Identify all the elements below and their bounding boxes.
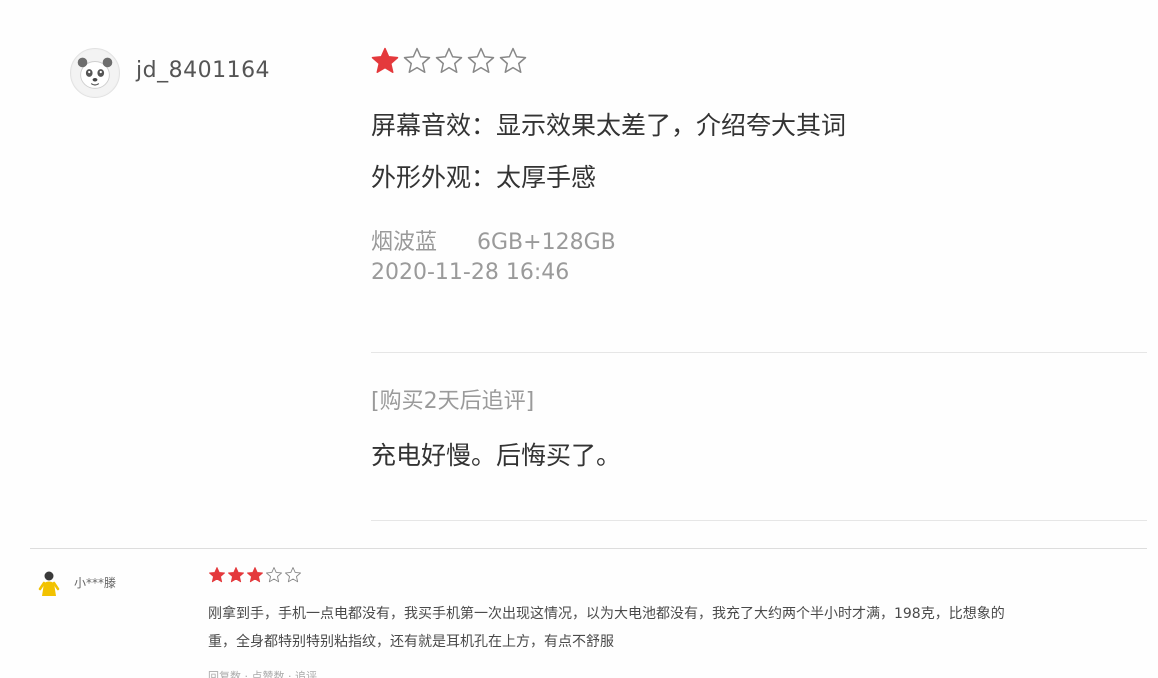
reviewer-username[interactable]: 小***滕: [74, 574, 116, 591]
star-rating: [370, 46, 528, 76]
divider: [371, 520, 1147, 521]
star-filled-icon: [228, 567, 244, 583]
star-rating: [208, 566, 302, 584]
review-text-line: 屏幕音效：显示效果太差了，介绍夸大其词: [371, 111, 847, 140]
star-empty-icon: [403, 47, 431, 73]
append-review-text: 充电好慢。后悔买了。: [371, 441, 622, 470]
review-separator: [30, 548, 1147, 549]
panda-avatar-icon[interactable]: [70, 48, 120, 98]
star-filled-icon: [247, 567, 263, 583]
star-empty-icon: [285, 567, 301, 583]
star-empty-icon: [435, 47, 463, 73]
review-text-line: 重，全身都特别特别粘指纹，还有就是耳机孔在上方，有点不舒服: [208, 634, 614, 650]
star-filled-icon: [209, 567, 225, 583]
user-figure-icon[interactable]: [38, 570, 60, 598]
review-date: 2020-11-28 16:46: [371, 260, 570, 285]
review-text: 刚拿到手，手机一点电都没有，我买手机第一次出现这情况，以为大电池都没有，我充了大…: [208, 600, 1138, 656]
variant-spec: 6GB+128GB: [477, 230, 616, 255]
reviewer-username[interactable]: jd_8401164: [136, 58, 270, 83]
star-empty-icon: [467, 47, 495, 73]
product-variant: 烟波蓝 6GB+128GB: [371, 224, 616, 256]
star-empty-icon: [266, 567, 282, 583]
review-meta-partial: 回复数 · 点赞数 · 追评: [208, 670, 317, 678]
append-review-label: [购买2天后追评]: [371, 389, 535, 414]
variant-color: 烟波蓝: [371, 230, 438, 255]
review-list: jd_8401164 屏幕音效：显示效果太差了，介绍夸大其词 外形外观：太厚手感…: [0, 0, 1158, 678]
star-filled-icon: [371, 47, 399, 73]
review-text-line: 外形外观：太厚手感: [371, 163, 597, 192]
divider: [371, 352, 1147, 353]
review-text-line: 刚拿到手，手机一点电都没有，我买手机第一次出现这情况，以为大电池都没有，我充了大…: [208, 606, 1005, 622]
star-empty-icon: [499, 47, 527, 73]
